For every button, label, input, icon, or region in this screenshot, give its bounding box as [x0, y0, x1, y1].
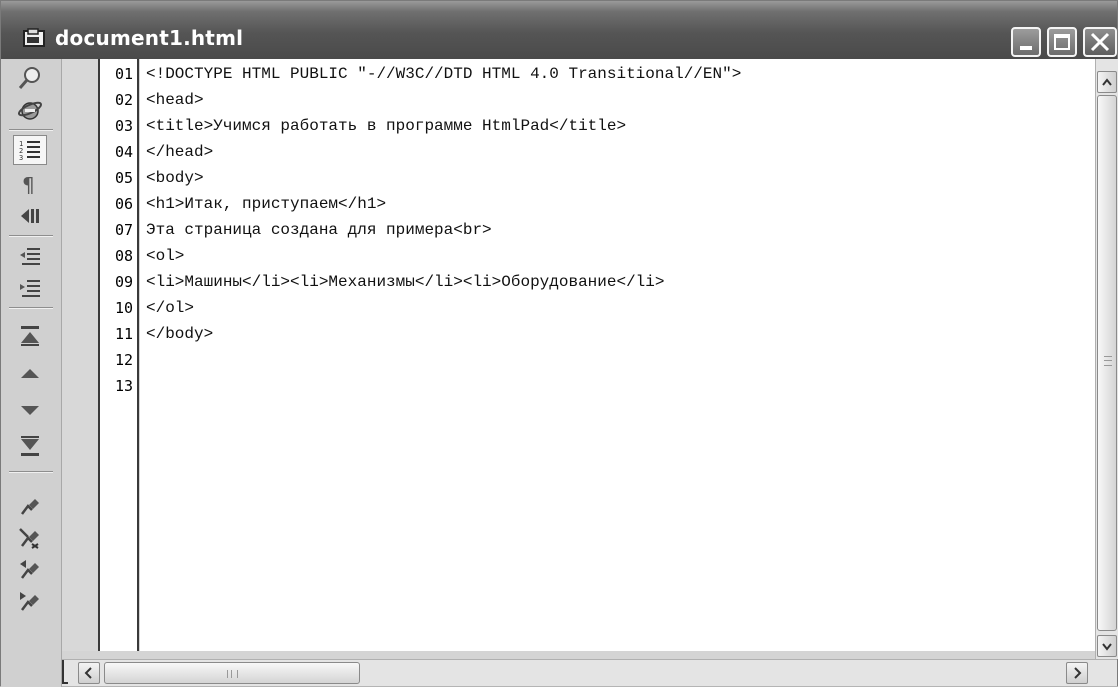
- document-icon: [23, 28, 45, 47]
- line-number: 01: [114, 65, 133, 83]
- scroll-up-button[interactable]: [1097, 71, 1117, 93]
- find-icon: [18, 67, 40, 89]
- code-line[interactable]: <li>Машины</li><li>Механизмы</li><li>Обо…: [146, 269, 664, 295]
- pilcrow-icon: ¶: [22, 173, 35, 196]
- line-number: 11: [114, 325, 133, 343]
- toolbar-separator: [9, 471, 53, 473]
- code-line[interactable]: <h1>Итак, приступаем</h1>: [146, 191, 386, 217]
- next-bookmark-icon: [20, 592, 39, 611]
- svg-text:3: 3: [19, 154, 23, 162]
- previous-bookmark-button[interactable]: [13, 555, 47, 585]
- close-button[interactable]: [1083, 27, 1117, 57]
- editor-window: document1.html 1 2 3 ¶ 01 02 03 04 05 06…: [0, 0, 1118, 687]
- page-up-button[interactable]: [13, 359, 47, 389]
- svg-text:¶: ¶: [22, 173, 35, 196]
- word-wrap-button[interactable]: [13, 201, 47, 231]
- grip-icon: [227, 670, 238, 678]
- maximize-icon: [1054, 34, 1070, 50]
- previous-bookmark-icon: [20, 560, 39, 579]
- line-number: 06: [114, 195, 133, 213]
- line-number: 05: [114, 169, 133, 187]
- corner-marker: [62, 660, 68, 684]
- vertical-scrollbar[interactable]: [1095, 59, 1118, 659]
- horizontal-scroll-thumb[interactable]: [104, 662, 360, 684]
- code-line[interactable]: Эта страница создана для примера<br>: [146, 217, 492, 243]
- scroll-down-button[interactable]: [1097, 635, 1117, 657]
- code-line[interactable]: </body>: [146, 321, 213, 347]
- toolbar-separator: [9, 307, 53, 309]
- show-paragraph-marks-button[interactable]: ¶: [13, 169, 47, 199]
- code-line[interactable]: <ol>: [146, 243, 184, 269]
- minimize-icon: [1020, 46, 1032, 50]
- toolbar-separator: [9, 129, 53, 131]
- code-line[interactable]: <title>Учимся работать в программе HtmlP…: [146, 113, 626, 139]
- toolbar-separator: [9, 235, 53, 237]
- indent-button[interactable]: [13, 241, 47, 271]
- horizontal-scrollbar[interactable]: [62, 659, 1117, 686]
- go-to-top-icon: [21, 326, 39, 346]
- toggle-bookmark-button[interactable]: [13, 491, 47, 521]
- code-line[interactable]: </head>: [146, 139, 213, 165]
- line-number: 10: [114, 299, 133, 317]
- find-button[interactable]: [13, 63, 47, 93]
- line-number: 07: [114, 221, 133, 239]
- editor-toolbar: 1 2 3 ¶: [1, 59, 62, 687]
- close-icon: [1090, 32, 1110, 52]
- scroll-right-button[interactable]: [1066, 662, 1088, 684]
- bookmark-gutter[interactable]: [62, 59, 100, 651]
- line-numbers-icon: 1 2 3: [19, 140, 40, 162]
- line-number: 02: [114, 91, 133, 109]
- maximize-button[interactable]: [1047, 27, 1077, 57]
- chevron-down-icon: [1102, 643, 1112, 651]
- chevron-right-icon: [1074, 667, 1082, 679]
- clear-bookmarks-icon: [19, 528, 39, 549]
- line-number: 09: [114, 273, 133, 291]
- title-bar[interactable]: document1.html: [1, 1, 1117, 59]
- indent-icon: [20, 248, 40, 265]
- line-number-gutter: 01 02 03 04 05 06 07 08 09 10 11 12 13: [100, 59, 139, 651]
- code-editor[interactable]: <!DOCTYPE HTML PUBLIC "-//W3C//DTD HTML …: [140, 59, 1095, 651]
- minimize-button[interactable]: [1011, 27, 1041, 57]
- grip-icon: [1104, 356, 1112, 366]
- clear-bookmarks-button[interactable]: [13, 523, 47, 553]
- line-number: 03: [114, 117, 133, 135]
- line-number: 08: [114, 247, 133, 265]
- line-number: 13: [114, 377, 133, 395]
- vertical-scroll-thumb[interactable]: [1097, 95, 1117, 631]
- window-title: document1.html: [55, 26, 244, 50]
- chevron-left-icon: [84, 667, 92, 679]
- chevron-up-icon: [1102, 78, 1112, 86]
- go-to-top-button[interactable]: [13, 321, 47, 351]
- browser-preview-button[interactable]: [13, 95, 47, 125]
- toggle-bookmark-icon: [21, 499, 39, 515]
- code-line[interactable]: <!DOCTYPE HTML PUBLIC "-//W3C//DTD HTML …: [146, 61, 741, 87]
- go-to-bottom-button[interactable]: [13, 431, 47, 461]
- page-down-icon: [21, 406, 39, 415]
- outdent-icon: [20, 280, 40, 297]
- code-line[interactable]: <body>: [146, 165, 204, 191]
- code-line[interactable]: </ol>: [146, 295, 194, 321]
- outdent-button[interactable]: [13, 273, 47, 303]
- page-down-button[interactable]: [13, 395, 47, 425]
- line-numbers-button[interactable]: 1 2 3: [13, 135, 47, 165]
- word-wrap-icon: [21, 209, 39, 223]
- browser-preview-icon: [17, 101, 43, 120]
- line-number: 04: [114, 143, 133, 161]
- go-to-bottom-icon: [21, 436, 39, 456]
- scroll-left-button[interactable]: [78, 662, 100, 684]
- page-up-icon: [21, 369, 39, 378]
- code-line[interactable]: <head>: [146, 87, 204, 113]
- next-bookmark-button[interactable]: [13, 587, 47, 617]
- line-number: 12: [114, 351, 133, 369]
